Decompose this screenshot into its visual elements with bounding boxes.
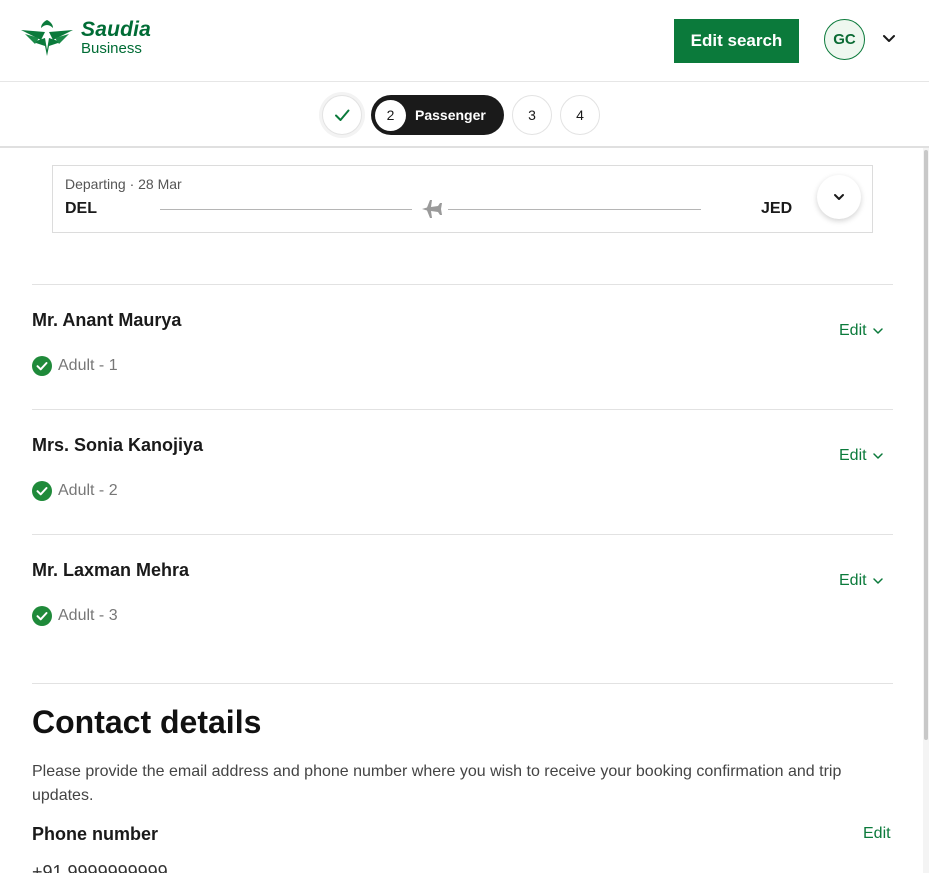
check-circle-icon	[32, 481, 52, 501]
airplane-icon	[422, 200, 442, 218]
edit-passenger-button[interactable]: Edit	[839, 447, 884, 465]
passenger-type: Adult - 2	[32, 481, 118, 501]
step-2-label: Passenger	[415, 107, 486, 123]
chevron-down-icon	[872, 453, 883, 459]
phone-number-value: +91 9999999999	[32, 862, 168, 873]
passenger-name: Mrs. Sonia Kanojiya	[32, 435, 204, 455]
logo-sub-text: Business	[81, 39, 142, 57]
step-3[interactable]: 3	[512, 95, 552, 135]
step-2-active[interactable]: 2 Passenger	[371, 95, 504, 135]
passenger-type: Adult - 1	[32, 356, 118, 376]
edit-search-button[interactable]: Edit search	[674, 19, 799, 63]
chevron-down-icon	[872, 328, 883, 334]
booking-stepper: 2 Passenger 3 4	[0, 82, 929, 148]
edit-phone-button[interactable]: Edit	[863, 825, 891, 843]
scrollbar-thumb[interactable]	[924, 150, 928, 740]
passenger-name: Mr. Laxman Mehra	[32, 560, 190, 580]
flight-summary-card: Departing · 28 Mar DEL JED	[52, 165, 873, 233]
expand-flight-button[interactable]	[817, 175, 861, 219]
chevron-down-icon	[872, 578, 883, 584]
contact-details-description: Please provide the email address and pho…	[32, 763, 842, 804]
section-divider	[32, 683, 893, 684]
user-avatar[interactable]: GC	[824, 19, 865, 60]
departing-date-label: Departing · 28 Mar	[65, 176, 182, 192]
origin-airport-code: DEL	[65, 200, 97, 217]
section-divider	[32, 409, 893, 410]
chevron-down-icon	[834, 194, 844, 200]
edit-label: Edit	[839, 572, 867, 589]
passenger-type: Adult - 3	[32, 606, 118, 626]
route-line-left	[160, 209, 412, 210]
route-line-right	[448, 209, 701, 210]
phone-number-label: Phone number	[32, 824, 159, 844]
top-header: Saudia Business Edit search GC	[0, 0, 929, 82]
destination-airport-code: JED	[761, 200, 793, 217]
edit-passenger-button[interactable]: Edit	[839, 572, 884, 590]
passenger-type-label: Adult - 1	[58, 357, 118, 374]
edit-label: Edit	[839, 322, 867, 339]
passenger-type-label: Adult - 2	[58, 482, 118, 499]
check-circle-icon	[32, 606, 52, 626]
logo-brand-text: Saudia	[81, 17, 152, 41]
contact-details-heading: Contact details	[32, 704, 262, 740]
passenger-type-label: Adult - 3	[58, 607, 118, 624]
saudia-logo[interactable]: Saudia Business	[19, 16, 151, 58]
section-divider	[32, 534, 893, 535]
edit-label: Edit	[839, 447, 867, 464]
passenger-name: Mr. Anant Maurya	[32, 310, 182, 330]
step-1-completed[interactable]	[322, 95, 362, 135]
check-circle-icon	[32, 356, 52, 376]
checkmark-icon	[335, 109, 350, 121]
section-divider	[32, 284, 893, 285]
step-4[interactable]: 4	[560, 95, 600, 135]
step-2-number: 2	[375, 99, 406, 131]
chevron-down-icon[interactable]	[880, 30, 898, 48]
edit-passenger-button[interactable]: Edit	[839, 322, 884, 340]
saudia-palm-icon	[21, 20, 73, 56]
